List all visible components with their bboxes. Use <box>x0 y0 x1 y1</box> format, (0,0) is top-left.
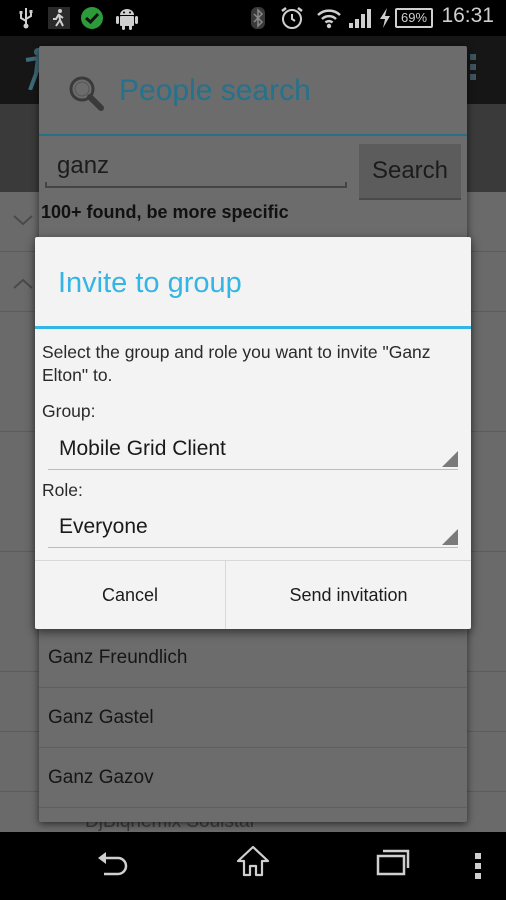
menu-icon[interactable] <box>474 852 482 884</box>
result-count: 100+ found, be more specific <box>41 202 289 222</box>
search-button[interactable]: Search <box>359 144 461 200</box>
navigation-bar <box>0 832 506 900</box>
status-bar: 69% 16:31 <box>0 0 506 36</box>
invite-dialog: Invite to group Select the group and rol… <box>35 237 471 629</box>
search-result-item[interactable]: Ganz Gastel <box>39 688 467 748</box>
invite-dialog-title: Invite to group <box>58 267 242 299</box>
search-icon <box>67 74 105 116</box>
title-divider <box>35 326 471 329</box>
role-spinner[interactable]: Everyone <box>48 508 458 548</box>
signal-icon <box>348 6 372 30</box>
recent-apps-icon[interactable] <box>376 846 410 882</box>
group-label: Group: <box>42 401 96 421</box>
people-search-title: People search <box>119 74 311 107</box>
people-search-header: People search <box>39 46 467 136</box>
android-icon <box>116 6 138 30</box>
search-results: Ganz Freundlich Ganz Gastel Ganz Gazov <box>39 628 467 808</box>
check-circle-icon <box>80 6 104 30</box>
search-input-value: ganz <box>57 152 110 179</box>
battery-indicator: 69% <box>395 8 433 28</box>
alarm-icon <box>280 6 304 30</box>
invite-message: Select the group and role you want to in… <box>42 342 431 385</box>
back-icon[interactable] <box>96 848 130 884</box>
role-label: Role: <box>42 480 83 500</box>
bluetooth-icon <box>250 6 266 30</box>
charging-icon <box>378 6 392 30</box>
chevron-up-icon[interactable] <box>12 272 34 296</box>
home-icon[interactable] <box>236 844 270 882</box>
overflow-menu-icon[interactable] <box>470 54 476 84</box>
send-invitation-button[interactable]: Send invitation <box>226 561 471 629</box>
group-spinner[interactable]: Mobile Grid Client <box>48 430 458 470</box>
group-value: Mobile Grid Client <box>59 437 226 460</box>
wifi-icon <box>316 6 342 30</box>
dialog-button-bar: Cancel Send invitation <box>35 560 471 629</box>
cancel-button[interactable]: Cancel <box>35 561 226 629</box>
chevron-down-icon[interactable] <box>12 208 34 232</box>
role-value: Everyone <box>59 515 148 538</box>
dropdown-arrow-icon <box>442 529 458 545</box>
dropdown-arrow-icon <box>442 451 458 467</box>
search-result-item[interactable]: Ganz Gazov <box>39 748 467 808</box>
search-input[interactable]: ganz <box>45 146 347 188</box>
clock: 16:31 <box>441 4 494 27</box>
accessibility-icon <box>48 6 70 30</box>
search-result-item[interactable]: Ganz Freundlich <box>39 628 467 688</box>
usb-icon <box>16 6 36 30</box>
